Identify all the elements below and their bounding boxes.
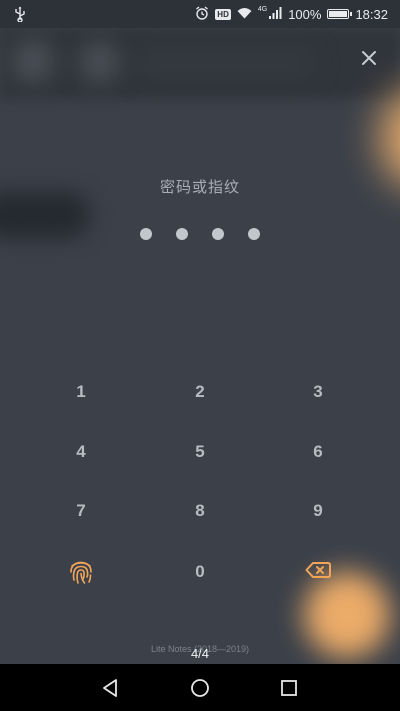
status-bar: HD 4G 100% 18:32 (0, 0, 400, 28)
pin-dot (140, 228, 152, 240)
key-6[interactable]: 6 (278, 430, 358, 474)
unlock-prompt: 密码或指纹 (159, 178, 240, 196)
backspace-icon (305, 562, 331, 578)
back-icon (103, 678, 117, 697)
signal-icon (269, 6, 282, 22)
navigation-bar (0, 664, 400, 711)
screen: HD 4G 100% 18:32 密码或指纹 1 2 3 4 5 6 7 8 9… (0, 0, 400, 711)
pin-dot (212, 228, 224, 240)
pin-dot (176, 228, 188, 240)
backspace-button[interactable] (278, 548, 358, 592)
pin-dot (248, 228, 260, 240)
hd-icon: HD (215, 8, 231, 20)
wifi-icon (237, 7, 252, 22)
back-button[interactable] (81, 664, 141, 711)
battery-icon (327, 9, 353, 19)
key-7[interactable]: 7 (41, 489, 121, 533)
close-button[interactable] (355, 44, 383, 72)
alarm-icon (195, 5, 209, 23)
key-4[interactable]: 4 (41, 430, 121, 474)
blurred-shape (135, 48, 315, 76)
network-type-label: 4G (257, 5, 268, 13)
pin-dots (140, 228, 260, 242)
battery-percent: 100% (288, 6, 322, 22)
blurred-shape (0, 192, 90, 238)
blurred-shape (12, 40, 54, 82)
key-0[interactable]: 0 (160, 550, 240, 594)
key-5[interactable]: 5 (160, 430, 240, 474)
key-3[interactable]: 3 (278, 370, 358, 414)
home-button[interactable] (170, 664, 230, 711)
blurred-shape (80, 42, 120, 82)
recents-icon (281, 679, 297, 696)
key-1[interactable]: 1 (41, 370, 121, 414)
page-counter: 4/4 (190, 646, 210, 661)
key-9[interactable]: 9 (278, 489, 358, 533)
blurred-accent-glow (380, 88, 400, 188)
clock: 18:32 (355, 6, 388, 22)
fingerprint-icon (70, 561, 92, 584)
key-2[interactable]: 2 (160, 370, 240, 414)
usb-icon (14, 6, 26, 23)
home-icon (191, 678, 209, 697)
key-8[interactable]: 8 (160, 489, 240, 533)
recents-button[interactable] (259, 664, 319, 711)
fingerprint-button[interactable] (41, 550, 121, 594)
close-icon (362, 51, 376, 65)
